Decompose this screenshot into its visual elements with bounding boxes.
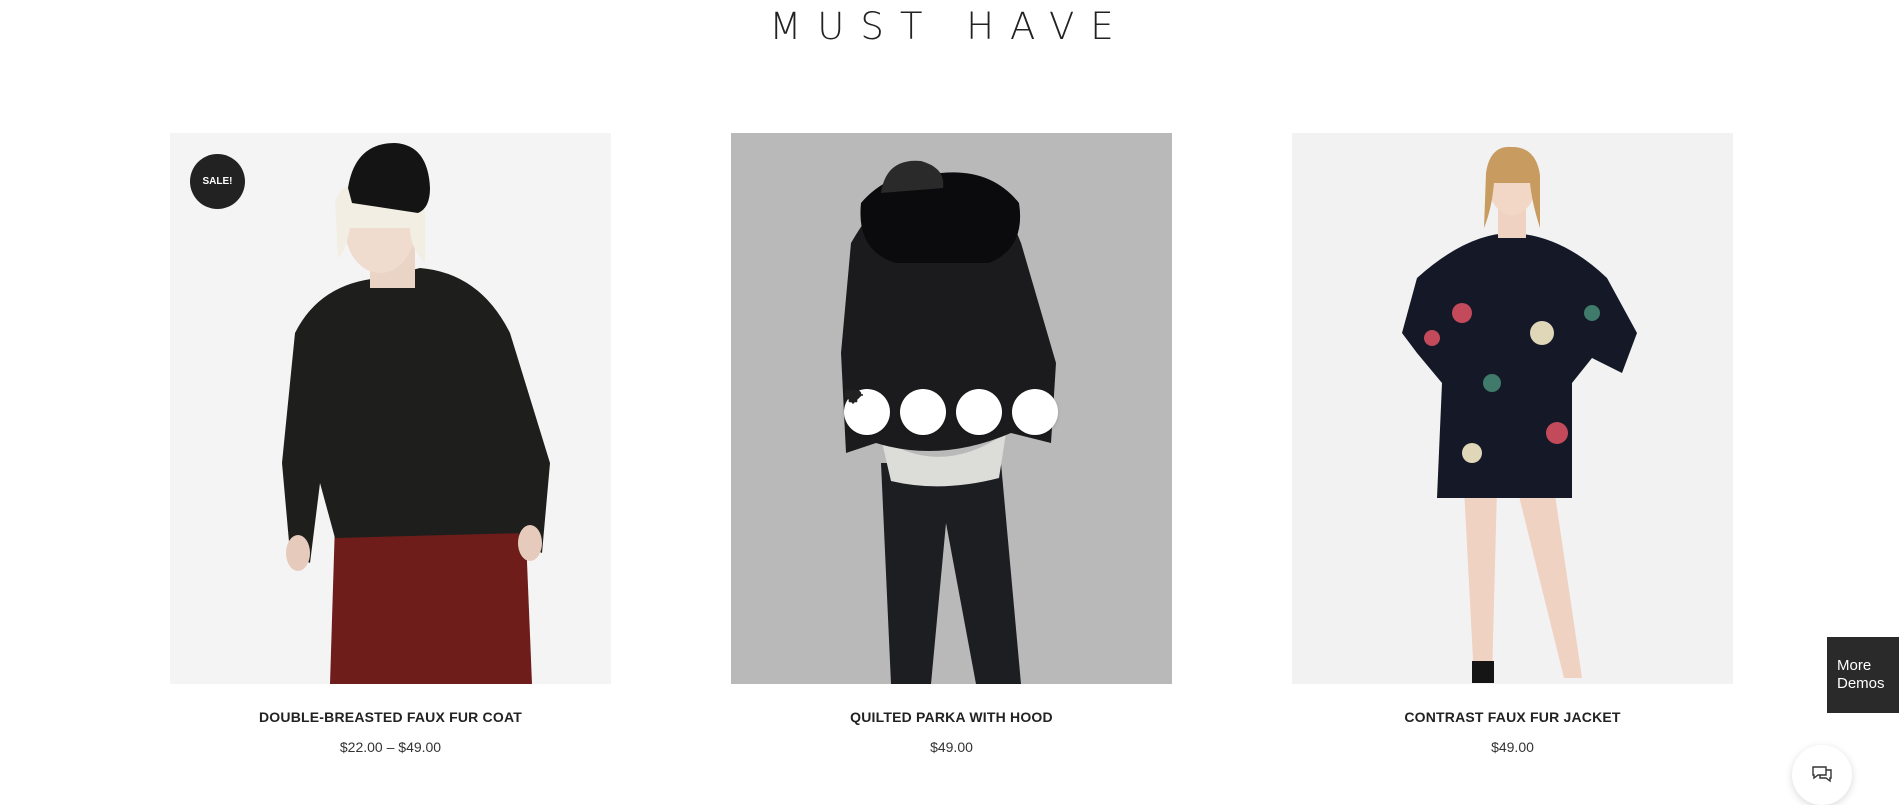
model-photo: [282, 143, 550, 684]
wishlist-button[interactable]: [844, 389, 946, 435]
product-image[interactable]: SALE!: [170, 133, 611, 684]
product-hover-actions: [844, 389, 1058, 435]
product-name[interactable]: QUILTED PARKA WITH HOOD: [731, 709, 1172, 725]
section-title: MUST HAVE: [769, 5, 1130, 48]
sale-badge: SALE!: [190, 154, 245, 209]
compare-button[interactable]: [845, 389, 1002, 435]
chat-icon: [1812, 766, 1832, 783]
product-card[interactable]: CONTRAST FAUX FUR JACKET $49.00: [1292, 133, 1733, 755]
product-price: $22.00 – $49.00: [339, 739, 442, 755]
product-card[interactable]: SALE! DOUBLE-BREASTED FAUX FUR COAT $22.…: [170, 133, 611, 755]
cart-icon: [844, 389, 860, 403]
product-name[interactable]: DOUBLE-BREASTED FAUX FUR COAT: [170, 709, 611, 725]
product-image[interactable]: [731, 133, 1172, 684]
product-name[interactable]: CONTRAST FAUX FUR JACKET: [1292, 709, 1733, 725]
product-price: $49.00: [930, 739, 973, 755]
product-price: $49.00: [1491, 739, 1534, 755]
product-image[interactable]: [1292, 133, 1733, 684]
add-to-cart-button[interactable]: [844, 389, 1058, 435]
model-photo: [1402, 146, 1637, 683]
more-demos-button[interactable]: More Demos: [1827, 637, 1899, 713]
chat-button[interactable]: [1792, 745, 1852, 805]
product-card[interactable]: QUILTED PARKA WITH HOOD $49.00: [731, 133, 1172, 755]
